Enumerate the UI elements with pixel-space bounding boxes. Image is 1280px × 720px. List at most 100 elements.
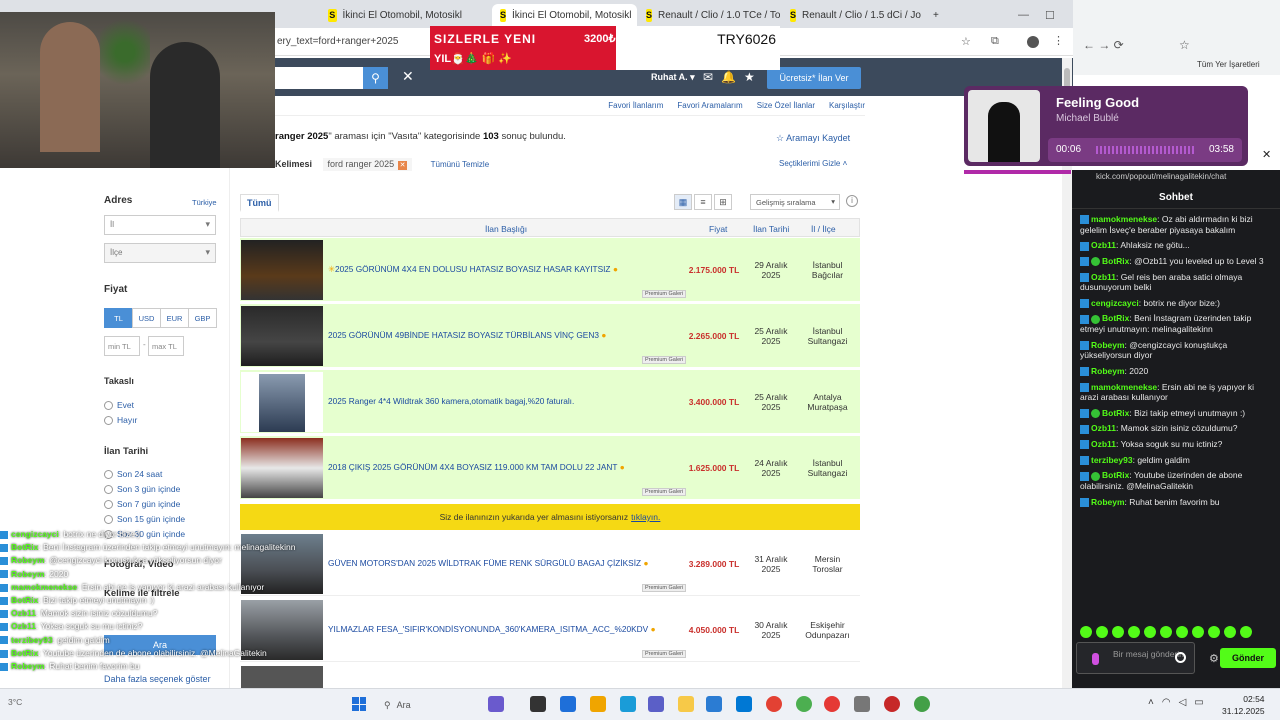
listing-row[interactable]: 2025 Ranger 4*4 Wildtrak 360 kamera,otom…	[240, 370, 860, 434]
emoji-icon[interactable]	[1175, 652, 1186, 663]
mic-icon[interactable]	[1092, 653, 1099, 665]
wifi-icon[interactable]: ◠	[1162, 697, 1171, 708]
volume-icon[interactable]: ◁	[1179, 697, 1187, 708]
chat-username[interactable]: Ozb11	[1091, 439, 1116, 449]
date-3d-radio[interactable]: Son 3 gün içinde	[104, 484, 180, 494]
col-price[interactable]: Fiyat	[709, 224, 727, 234]
hide-selected-link[interactable]: Seçtiklerimi Gizle ˄	[779, 159, 847, 168]
emote-icon[interactable]	[1112, 626, 1124, 638]
grid-list-view-icon[interactable]: ▦	[674, 194, 692, 210]
listing-thumbnail[interactable]	[241, 372, 323, 432]
max-price-input[interactable]: max TL	[148, 336, 184, 356]
min-price-input[interactable]: min TL	[104, 336, 140, 356]
emote-icon[interactable]	[1192, 626, 1204, 638]
browser-tab[interactable]: S Renault / Clio / 1.0 TCe / To	[638, 4, 783, 26]
listing-title[interactable]: 2018 ÇIKIŞ 2025 GÖRÜNÜM 4X4 BOYASIZ 119.…	[328, 462, 628, 472]
chat-username[interactable]: BotRix	[1102, 256, 1129, 266]
chrome-icon[interactable]	[914, 696, 930, 712]
list-view-icon[interactable]: ≡	[694, 194, 712, 210]
all-bookmarks-link[interactable]: Tüm Yer İşaretleri	[1197, 60, 1260, 69]
personal-listings-link[interactable]: Size Özel İlanlar	[757, 101, 815, 110]
star-icon[interactable]: ☆	[961, 35, 971, 48]
bell-icon[interactable]: 🔔	[721, 70, 736, 84]
date-15d-radio[interactable]: Son 15 gün içinde	[104, 514, 185, 524]
new-tab-button[interactable]: +	[925, 4, 949, 26]
favorite-searches-link[interactable]: Favori Aramalarım	[677, 101, 742, 110]
window-controls[interactable]: — ☐ ✕	[1010, 4, 1070, 26]
info-icon[interactable]: i	[846, 195, 858, 207]
tab-all[interactable]: Tümü	[240, 194, 279, 212]
teams-icon[interactable]	[648, 696, 664, 712]
currency-eur[interactable]: EUR	[160, 308, 189, 328]
battery-icon[interactable]: ▭	[1194, 697, 1203, 708]
chat-username[interactable]: mamokmenekse	[1091, 382, 1157, 392]
chevron-up-icon[interactable]: ˄	[1148, 697, 1154, 708]
chat-username[interactable]: Ozb11	[1091, 272, 1116, 282]
obs-icon[interactable]	[884, 696, 900, 712]
listing-thumbnail[interactable]	[241, 438, 323, 498]
remove-chip-icon[interactable]: ✕	[398, 161, 408, 170]
district-select[interactable]: İlçe	[104, 243, 216, 263]
windows-start-icon[interactable]	[352, 697, 366, 711]
trade-no-radio[interactable]: Hayır	[104, 415, 137, 425]
listing-row[interactable]: ✳2025 GÖRÜNÜM 4X4 EN DOLUSU HATASIZ BOYA…	[240, 238, 860, 302]
currency-gbp[interactable]: GBP	[188, 308, 217, 328]
emote-icon[interactable]	[1144, 626, 1156, 638]
col-location[interactable]: İl / İlçe	[811, 224, 836, 234]
keyword-chip[interactable]: ford ranger 2025 ✕	[322, 158, 413, 171]
post-ad-button[interactable]: Ücretsiz* İlan Ver	[767, 67, 861, 89]
taskbar-search[interactable]: ⚲ Ara	[380, 695, 540, 715]
search-input[interactable]	[275, 67, 363, 89]
mail-icon[interactable]: ✉	[703, 70, 713, 84]
listing-row[interactable]: 2018 ÇIKIŞ 2025 GÖRÜNÜM 4X4 BOYASIZ 119.…	[240, 436, 860, 500]
chat-input[interactable]: Bir mesaj gönderin	[1076, 642, 1195, 674]
extensions-icon[interactable]: ⧉	[991, 35, 999, 48]
sort-select[interactable]: Gelişmiş sıralama	[750, 194, 840, 210]
youtube-icon[interactable]	[824, 696, 840, 712]
browser-tab-active[interactable]: S İkinci El Otomobil, Motosikl ✕	[492, 4, 637, 26]
task-view-icon[interactable]	[530, 696, 546, 712]
promo-link[interactable]: tıklayın.	[631, 512, 660, 522]
listing-title[interactable]: YILMAZLAR FESA_'SIFIR'KONDİSYONUNDA_360'…	[328, 624, 655, 634]
date-7d-radio[interactable]: Son 7 gün içinde	[104, 499, 180, 509]
compare-link[interactable]: Karşılaştır	[829, 101, 865, 110]
listing-row[interactable]: 2025 GÖRÜNÜM 49BİNDE HATASIZ BOYASIZ TÜR…	[240, 304, 860, 368]
trade-yes-radio[interactable]: Evet	[104, 400, 134, 410]
edge-icon[interactable]	[620, 696, 636, 712]
weather-widget[interactable]: 3°C	[8, 697, 22, 707]
widgets-icon[interactable]	[488, 696, 504, 712]
app-icon[interactable]	[854, 696, 870, 712]
menu-icon[interactable]: ⋮	[1053, 34, 1064, 47]
listing-title[interactable]: 2025 GÖRÜNÜM 49BİNDE HATASIZ BOYASIZ TÜR…	[328, 330, 628, 340]
chat-username[interactable]: Robeym	[1091, 366, 1125, 376]
send-button[interactable]: Gönder	[1220, 648, 1276, 668]
emote-icon[interactable]	[1224, 626, 1236, 638]
chat-username[interactable]: BotRix	[1102, 470, 1129, 480]
close-icon[interactable]: ✕	[1262, 148, 1271, 161]
emote-icon[interactable]	[1208, 626, 1220, 638]
chat-username[interactable]: Ozb11	[1091, 240, 1116, 250]
user-menu[interactable]: Ruhat A. ▾	[651, 72, 695, 83]
clock[interactable]: 02:54 31.12.2025	[1222, 693, 1265, 717]
currency-tl[interactable]: TL	[104, 308, 133, 328]
store-icon[interactable]	[706, 696, 722, 712]
close-icon[interactable]: ✕	[402, 68, 414, 85]
chat-username[interactable]: cengizcayci	[1091, 298, 1139, 308]
emote-icon[interactable]	[1096, 626, 1108, 638]
tile-view-icon[interactable]: ⊞	[714, 194, 732, 210]
chat-username[interactable]: terzibey93	[1091, 455, 1133, 465]
gear-icon[interactable]: ⚙	[1209, 652, 1219, 665]
chat-username[interactable]: mamokmenekse	[1091, 214, 1157, 224]
browser-tab[interactable]: S İkinci El Otomobil, Motosikl	[320, 4, 470, 26]
listing-title[interactable]: ✳2025 GÖRÜNÜM 4X4 EN DOLUSU HATASIZ BOYA…	[328, 264, 628, 274]
app-icon[interactable]	[560, 696, 576, 712]
listing-title[interactable]: 2025 Ranger 4*4 Wildtrak 360 kamera,otom…	[328, 396, 628, 406]
emote-icon[interactable]	[1128, 626, 1140, 638]
country-link[interactable]: Türkiye	[192, 198, 217, 207]
save-search-link[interactable]: ☆ Aramayı Kaydet	[776, 133, 850, 144]
city-select[interactable]: İl	[104, 215, 216, 235]
listing-thumbnail[interactable]	[241, 240, 323, 300]
emote-icon[interactable]	[1080, 626, 1092, 638]
clear-all-link[interactable]: Tümünü Temizle	[431, 160, 490, 169]
minimize-icon[interactable]: —	[1018, 9, 1029, 21]
